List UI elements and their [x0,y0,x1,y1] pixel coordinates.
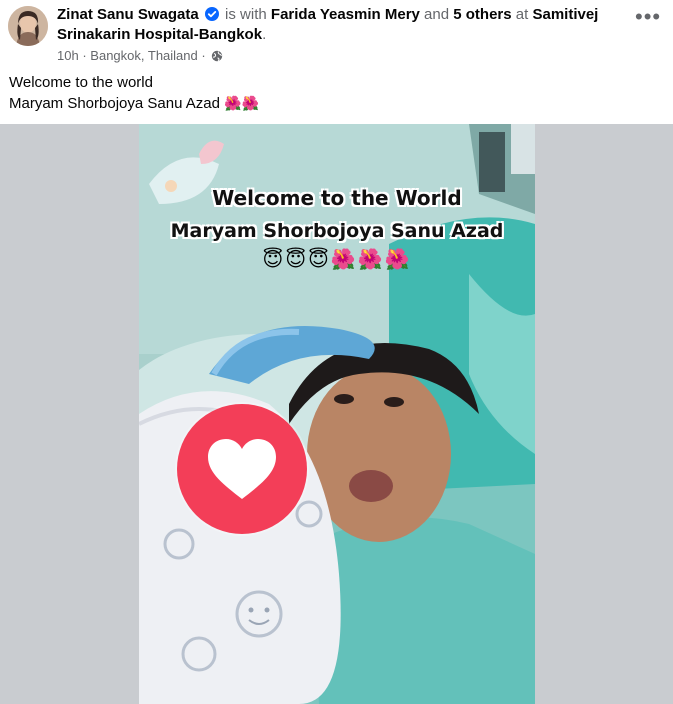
tagged-person-link[interactable]: Farida Yeasmin Mery [271,6,420,23]
post-header: Zinat Sanu Swagata is with Farida Yeasmi… [0,0,673,124]
facebook-post: Zinat Sanu Swagata is with Farida Yeasmi… [0,0,673,704]
others-link[interactable]: 5 others [453,6,511,23]
caption-line-2: Maryam Shorbojoya Sanu Azad 🌺🌺 [9,93,649,114]
more-options-icon[interactable]: ••• [635,6,660,34]
and-text: and [424,6,450,23]
author-name[interactable]: Zinat Sanu Swagata [57,6,199,23]
timestamp[interactable]: 10h [57,48,79,63]
at-text: at [515,6,529,23]
verified-badge-icon [204,7,219,21]
post-media[interactable]: Welcome to the World Maryam Shorbojoya S… [0,124,673,704]
photo-illustration [139,124,535,704]
place-text[interactable]: Bangkok, Thailand [90,48,197,63]
globe-icon[interactable] [211,49,223,62]
avatar[interactable] [8,6,48,46]
post-photo[interactable]: Welcome to the World Maryam Shorbojoya S… [139,124,535,704]
meta-separator: · [82,48,87,63]
photo-title-line-2: Maryam Shorbojoya Sanu Azad [170,220,504,242]
is-with-text: is with [225,6,267,23]
period-text: . [262,26,267,43]
post-caption: Welcome to the world Maryam Shorbojoya S… [9,72,649,114]
caption-line-1: Welcome to the world [9,74,153,91]
photo-title-line-1: Welcome to the World [212,186,462,210]
photo-emoji-row: 😇😇😇🌺🌺🌺 [262,249,412,271]
caption-name: Maryam Shorbojoya Sanu Azad [9,95,220,112]
love-reaction-icon[interactable] [177,404,307,534]
post-meta: 10h · Bangkok, Thailand · [57,47,223,65]
post-byline: Zinat Sanu Swagata is with Farida Yeasmi… [57,5,617,45]
hibiscus-emoji: 🌺🌺 [224,95,259,111]
meta-separator-2: · [201,48,206,63]
